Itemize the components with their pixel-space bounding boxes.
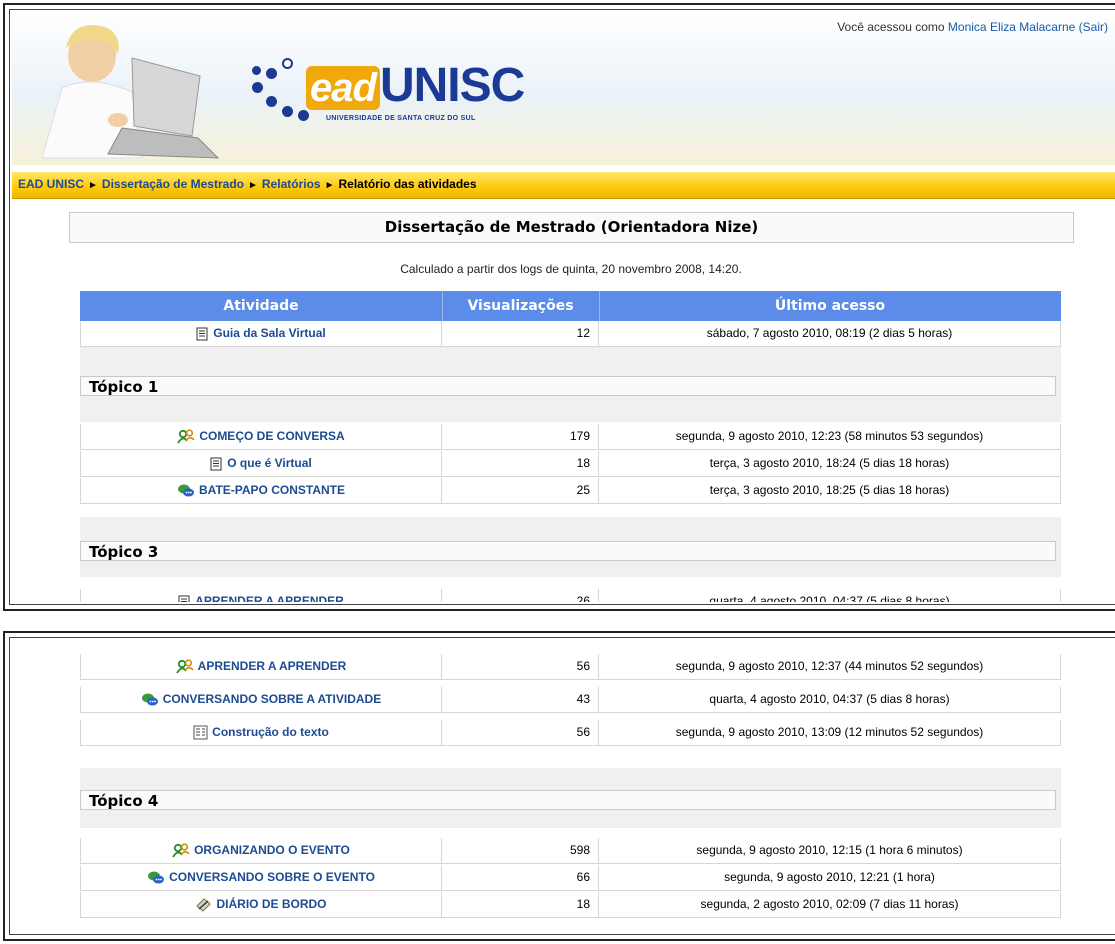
- views-cell: 598: [442, 838, 599, 863]
- page-icon: [210, 456, 227, 471]
- views-cell: 66: [442, 865, 599, 890]
- last-access-cell: quarta, 4 agosto 2010, 04:37 (5 dias 8 h…: [599, 589, 1061, 602]
- activity-cell: ORGANIZANDO O EVENTO: [80, 838, 442, 863]
- views-cell: 25: [442, 478, 599, 503]
- views-cell: 56: [442, 720, 599, 745]
- users-icon: [177, 429, 199, 444]
- views-cell: 12: [442, 321, 599, 346]
- breadcrumb-home[interactable]: EAD UNISC: [18, 177, 84, 191]
- page-icon: [178, 594, 195, 602]
- last-access-cell: segunda, 2 agosto 2010, 02:09 (7 dias 11…: [599, 892, 1061, 917]
- calculation-note: Calculado a partir dos logs de quinta, 2…: [400, 262, 742, 276]
- activity-link[interactable]: CONVERSANDO SOBRE A ATIVIDADE: [163, 692, 381, 706]
- views-cell: 26: [442, 589, 599, 602]
- activity-link[interactable]: Construção do texto: [212, 725, 329, 739]
- page-icon: [196, 326, 213, 341]
- last-access-cell: segunda, 9 agosto 2010, 12:21 (1 hora): [599, 865, 1061, 890]
- views-cell: 18: [442, 451, 599, 476]
- site-header: eadUNISC UNIVERSIDADE DE SANTA CRUZ DO S…: [12, 12, 1115, 165]
- activity-link[interactable]: ORGANIZANDO O EVENTO: [194, 843, 350, 857]
- column-header-views[interactable]: Visualizações: [442, 291, 600, 321]
- activity-link[interactable]: APRENDER A APRENDER: [198, 659, 347, 673]
- breadcrumb-separator: ►: [247, 180, 258, 191]
- screenshot-panel-top: eadUNISC UNIVERSIDADE DE SANTA CRUZ DO S…: [0, 0, 1115, 614]
- screenshot-panel-bottom: APRENDER A APRENDER 56 segunda, 9 agosto 2…: [0, 628, 1115, 944]
- activity-cell: Construção do texto: [80, 720, 442, 745]
- views-cell: 56: [442, 654, 599, 679]
- breadcrumb-course[interactable]: Dissertação de Mestrado: [102, 177, 244, 191]
- users-icon: [172, 843, 194, 858]
- last-access-cell: segunda, 9 agosto 2010, 12:15 (1 hora 6 …: [599, 838, 1061, 863]
- last-access-cell: sábado, 7 agosto 2010, 08:19 (2 dias 5 h…: [599, 321, 1061, 346]
- views-cell: 179: [442, 424, 599, 449]
- activity-cell: Guia da Sala Virtual: [80, 321, 442, 346]
- table-row: Construção do texto 56 segunda, 9 agosto 2…: [80, 720, 1061, 746]
- breadcrumb-separator: ►: [324, 180, 335, 191]
- table-row: BATE-PAPO CONSTANTE 25 terça, 3 agosto 201…: [80, 478, 1061, 504]
- last-access-cell: segunda, 9 agosto 2010, 12:37 (44 minuto…: [599, 654, 1061, 679]
- activity-cell: COMEÇO DE CONVERSA: [80, 424, 442, 449]
- last-access-cell: quarta, 4 agosto 2010, 04:37 (5 dias 8 h…: [599, 687, 1061, 712]
- login-info: Você acessou como Monica Eliza Malacarne…: [837, 20, 1108, 34]
- chat-icon: [177, 483, 199, 497]
- table-row: APRENDER A APRENDER 26 quarta, 4 agosto 20…: [80, 589, 1061, 602]
- column-header-activity[interactable]: Atividade: [80, 291, 443, 321]
- activity-cell: CONVERSANDO SOBRE O EVENTO: [80, 865, 442, 890]
- breadcrumb-current: Relatório das atividades: [338, 177, 477, 191]
- views-cell: 43: [442, 687, 599, 712]
- table-row: O que é Virtual 18 terça, 3 agosto 2010, 1…: [80, 451, 1061, 477]
- breadcrumb-reports[interactable]: Relatórios: [262, 177, 321, 191]
- table-row: CONVERSANDO SOBRE O EVENTO 66 segunda, 9 a…: [80, 865, 1061, 891]
- activity-link[interactable]: DIÁRIO DE BORDO: [216, 897, 326, 911]
- views-cell: 18: [442, 892, 599, 917]
- table-row: APRENDER A APRENDER 56 segunda, 9 agosto 2…: [80, 654, 1061, 680]
- column-header-last-access[interactable]: Último acesso: [599, 291, 1061, 321]
- login-prefix: Você acessou como: [837, 20, 948, 34]
- topic-heading: Tópico 4: [80, 790, 1056, 810]
- woman-laptop-illustration: [41, 24, 220, 159]
- activity-cell: BATE-PAPO CONSTANTE: [80, 478, 442, 503]
- table-header: Atividade Visualizações Último acesso: [80, 291, 1061, 321]
- activity-cell: O que é Virtual: [80, 451, 442, 476]
- activity-link[interactable]: APRENDER A APRENDER: [195, 594, 344, 602]
- last-access-cell: segunda, 9 agosto 2010, 12:23 (58 minuto…: [599, 424, 1061, 449]
- user-profile-link[interactable]: Monica Eliza Malacarne: [948, 20, 1075, 34]
- users-icon: [175, 659, 198, 674]
- table-row: CONVERSANDO SOBRE A ATIVIDADE 43 quarta, 4…: [80, 687, 1061, 713]
- topic-heading: Tópico 3: [80, 541, 1056, 561]
- wiki-icon: [193, 725, 212, 740]
- breadcrumb: EAD UNISC ► Dissertação de Mestrado ► Relató…: [12, 172, 1115, 199]
- last-access-cell: segunda, 9 agosto 2010, 13:09 (12 minuto…: [599, 720, 1061, 745]
- last-access-cell: terça, 3 agosto 2010, 18:24 (5 dias 18 h…: [599, 451, 1061, 476]
- eadunisc-logo[interactable]: eadUNISC UNIVERSIDADE DE SANTA CRUZ DO S…: [248, 52, 525, 132]
- activity-cell: DIÁRIO DE BORDO: [80, 892, 442, 917]
- chat-icon: [141, 692, 163, 706]
- activity-link[interactable]: COMEÇO DE CONVERSA: [199, 429, 344, 443]
- logout-link[interactable]: (Sair): [1079, 20, 1108, 34]
- activity-link[interactable]: Guia da Sala Virtual: [213, 326, 326, 340]
- table-row: DIÁRIO DE BORDO 18 segunda, 2 agosto 2010,…: [80, 892, 1061, 918]
- table-row: Guia da Sala Virtual 12 sábado, 7 agosto 2…: [80, 321, 1061, 347]
- activity-link[interactable]: O que é Virtual: [227, 456, 311, 470]
- last-access-cell: terça, 3 agosto 2010, 18:25 (5 dias 18 h…: [599, 478, 1061, 503]
- chat-icon: [147, 870, 169, 884]
- table-row: COMEÇO DE CONVERSA 179 segunda, 9 agosto 2…: [80, 424, 1061, 450]
- course-title: Dissertação de Mestrado (Orientadora Niz…: [69, 212, 1074, 243]
- breadcrumb-separator: ►: [88, 180, 98, 191]
- activity-link[interactable]: BATE-PAPO CONSTANTE: [199, 483, 345, 497]
- activity-link[interactable]: CONVERSANDO SOBRE O EVENTO: [169, 870, 375, 884]
- topic-heading: Tópico 1: [80, 376, 1056, 396]
- activity-cell: CONVERSANDO SOBRE A ATIVIDADE: [80, 687, 442, 712]
- journal-icon: [195, 897, 216, 913]
- activity-cell: APRENDER A APRENDER: [80, 654, 442, 679]
- activity-cell: APRENDER A APRENDER: [80, 589, 442, 602]
- table-row: ORGANIZANDO O EVENTO 598 segunda, 9 agosto…: [80, 838, 1061, 864]
